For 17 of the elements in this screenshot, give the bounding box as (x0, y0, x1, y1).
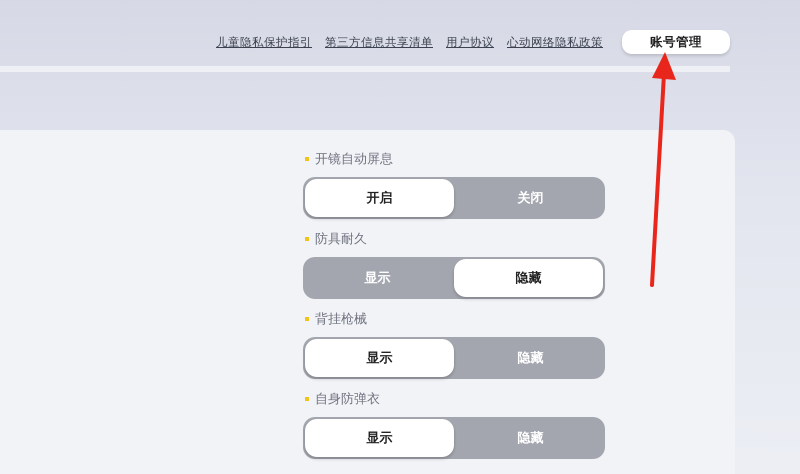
setting-label: 开镜自动屏息 (315, 151, 393, 168)
bullet-icon (305, 157, 309, 161)
bullet-icon (305, 317, 309, 321)
setting-label: 防具耐久 (315, 231, 367, 248)
option-button[interactable]: 显示 (305, 419, 454, 457)
option-button[interactable]: 显示 (305, 339, 454, 377)
account-button[interactable]: 账号管理 (622, 30, 730, 54)
option-button[interactable]: 开启 (305, 179, 454, 217)
top-link[interactable]: 心动网络隐私政策 (507, 34, 603, 50)
bullet-icon (305, 237, 309, 241)
setting-label: 自身防弹衣 (315, 391, 380, 408)
setting-label: 背挂枪械 (315, 311, 367, 328)
top-link[interactable]: 用户协议 (446, 34, 494, 50)
option-button[interactable]: 隐藏 (454, 259, 603, 297)
top-link[interactable]: 儿童隐私保护指引 (216, 34, 312, 50)
top-link[interactable]: 第三方信息共享清单 (325, 34, 433, 50)
bullet-icon (305, 397, 309, 401)
